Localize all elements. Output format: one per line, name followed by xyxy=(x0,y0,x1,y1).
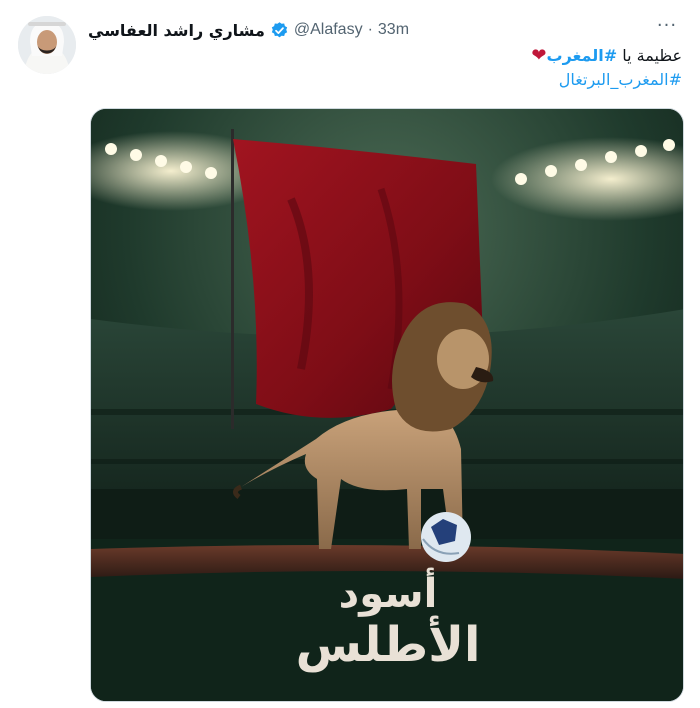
poster-illustration: أسود الأطلس xyxy=(91,109,683,701)
tweet-text-prefix: عظيمة يا xyxy=(617,46,682,65)
separator-dot: · xyxy=(367,21,373,38)
verified-badge-icon xyxy=(270,21,289,40)
tweet-header: مشاري راشد العفاسي @Alafasy · 33m xyxy=(88,18,409,42)
tweet[interactable]: مشاري راشد العفاسي @Alafasy · 33m ··· عظ… xyxy=(0,0,700,708)
tweet-text-line-1: عظيمة يا #المغرب❤ xyxy=(525,44,682,68)
heart-emoji-icon: ❤ xyxy=(531,45,547,66)
poster-title-line-1: أسود xyxy=(339,567,438,617)
poster-title-line-2: الأطلس xyxy=(296,615,481,673)
tweet-text: عظيمة يا #المغرب❤ #المغرب_البرتغال xyxy=(525,44,682,92)
timestamp[interactable]: 33m xyxy=(378,21,409,39)
more-options-icon[interactable]: ··· xyxy=(652,14,682,36)
avatar-image xyxy=(18,16,76,74)
avatar[interactable] xyxy=(18,16,76,74)
user-handle[interactable]: @Alafasy xyxy=(294,21,363,39)
hashtag-link-2[interactable]: #المغرب_البرتغال xyxy=(525,68,682,92)
tweet-media-image[interactable]: أسود الأطلس xyxy=(90,108,684,702)
display-name[interactable]: مشاري راشد العفاسي xyxy=(88,21,265,40)
hashtag-link[interactable]: #المغرب xyxy=(546,46,617,65)
